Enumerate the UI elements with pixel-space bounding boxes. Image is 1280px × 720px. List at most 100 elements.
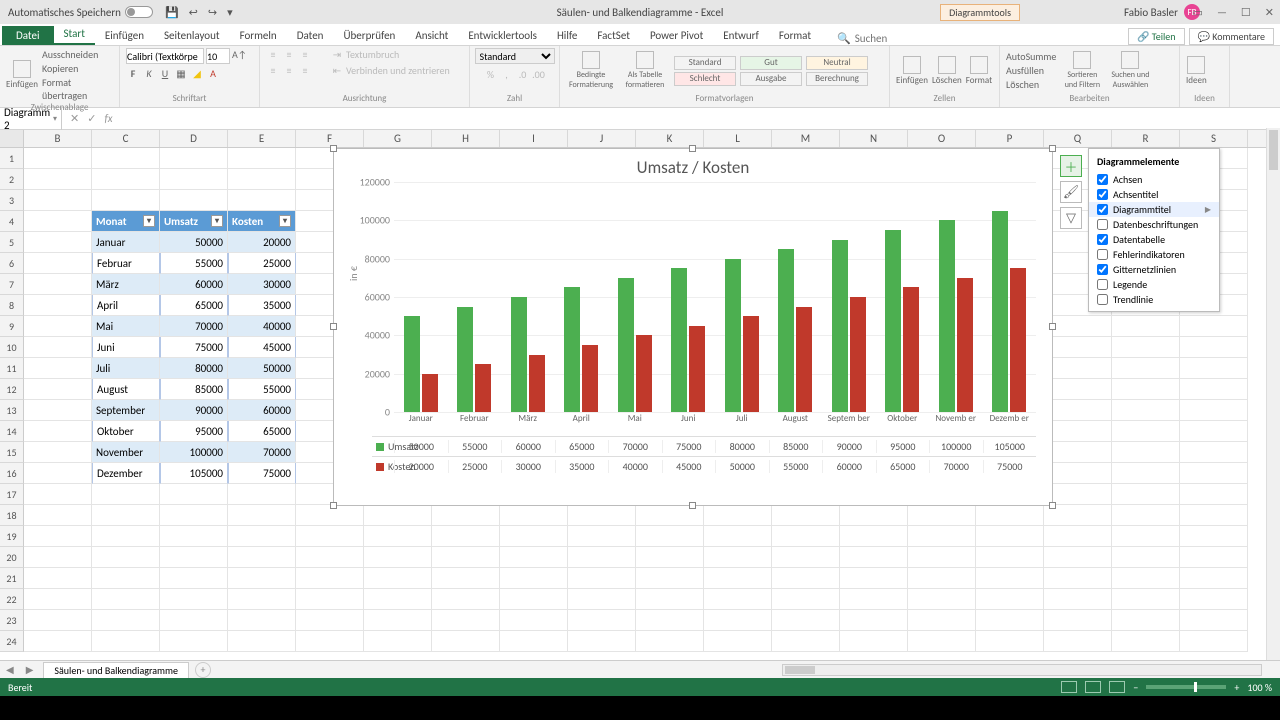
insert-cells[interactable]: Einfügen bbox=[896, 56, 928, 86]
cell[interactable] bbox=[976, 505, 1044, 526]
row-header[interactable]: 14 bbox=[0, 421, 24, 442]
tab-start[interactable]: Start bbox=[54, 24, 95, 45]
chart-styles-button[interactable]: 🖌 bbox=[1060, 181, 1082, 203]
tab-entwurf[interactable]: Entwurf bbox=[713, 26, 769, 45]
bar-kosten[interactable] bbox=[422, 374, 438, 412]
cell[interactable] bbox=[160, 589, 228, 610]
cell[interactable] bbox=[1180, 442, 1248, 463]
chart-element-datentabelle[interactable]: Datentabelle bbox=[1089, 232, 1219, 247]
chart-elements-button[interactable]: ＋ bbox=[1060, 155, 1082, 177]
cell[interactable] bbox=[772, 505, 840, 526]
fill[interactable]: Ausfüllen bbox=[1006, 64, 1056, 77]
cell[interactable] bbox=[568, 505, 636, 526]
ideas-button[interactable]: Ideen bbox=[1186, 56, 1207, 86]
cell[interactable] bbox=[92, 547, 160, 568]
cell[interactable]: November bbox=[92, 442, 160, 463]
cell[interactable] bbox=[24, 631, 92, 652]
cell[interactable] bbox=[24, 232, 92, 253]
cell[interactable] bbox=[1112, 358, 1180, 379]
row-header[interactable]: 23 bbox=[0, 610, 24, 631]
copy-button[interactable]: Kopieren bbox=[42, 62, 113, 75]
cell[interactable] bbox=[1044, 631, 1112, 652]
col-header[interactable]: E bbox=[228, 130, 296, 147]
cell[interactable] bbox=[772, 610, 840, 631]
cell[interactable] bbox=[1112, 421, 1180, 442]
share-button[interactable]: 🔗 Teilen bbox=[1128, 28, 1185, 45]
cell[interactable] bbox=[840, 589, 908, 610]
worksheet-grid[interactable]: BCDEFGHIJKLMNOPQRS 1234Monat▾Umsatz▾Kost… bbox=[0, 130, 1280, 654]
cell[interactable] bbox=[364, 505, 432, 526]
cell[interactable]: 50000 bbox=[160, 232, 228, 253]
cell[interactable] bbox=[704, 610, 772, 631]
cell[interactable] bbox=[364, 568, 432, 589]
tab-daten[interactable]: Daten bbox=[287, 26, 334, 45]
chart-element-trendlinie[interactable]: Trendlinie bbox=[1089, 292, 1219, 307]
cell[interactable] bbox=[1112, 400, 1180, 421]
bar-umsatz[interactable] bbox=[618, 278, 634, 412]
conditional-formatting[interactable]: Bedingte Formatierung bbox=[566, 51, 616, 90]
tab-hilfe[interactable]: Hilfe bbox=[547, 26, 587, 45]
cell[interactable] bbox=[228, 526, 296, 547]
bar-umsatz[interactable] bbox=[939, 220, 955, 412]
cell[interactable]: Kosten▾ bbox=[228, 211, 296, 232]
cell[interactable] bbox=[840, 526, 908, 547]
row-header[interactable]: 3 bbox=[0, 190, 24, 211]
cell[interactable] bbox=[228, 610, 296, 631]
col-header[interactable]: J bbox=[568, 130, 636, 147]
cell[interactable]: 90000 bbox=[160, 400, 228, 421]
cell[interactable] bbox=[772, 526, 840, 547]
row-header[interactable]: 10 bbox=[0, 337, 24, 358]
cell[interactable] bbox=[1180, 484, 1248, 505]
cell[interactable] bbox=[1180, 547, 1248, 568]
cell[interactable] bbox=[908, 547, 976, 568]
bar-umsatz[interactable] bbox=[457, 307, 473, 412]
row-header[interactable]: 9 bbox=[0, 316, 24, 337]
row-header[interactable]: 7 bbox=[0, 274, 24, 295]
add-sheet-button[interactable]: + bbox=[195, 662, 211, 678]
format-cells[interactable]: Format bbox=[966, 56, 992, 86]
tab-ansicht[interactable]: Ansicht bbox=[405, 26, 458, 45]
col-header[interactable]: H bbox=[432, 130, 500, 147]
cell[interactable] bbox=[92, 505, 160, 526]
cell[interactable] bbox=[160, 631, 228, 652]
number-format[interactable]: Standard bbox=[475, 48, 555, 64]
cell[interactable] bbox=[92, 631, 160, 652]
cell[interactable] bbox=[976, 631, 1044, 652]
cell[interactable] bbox=[636, 547, 704, 568]
cell[interactable] bbox=[772, 589, 840, 610]
cell[interactable] bbox=[500, 568, 568, 589]
tab-überprüfen[interactable]: Überprüfen bbox=[333, 26, 405, 45]
cell[interactable] bbox=[92, 484, 160, 505]
cell[interactable] bbox=[568, 547, 636, 568]
cell[interactable] bbox=[1044, 463, 1112, 484]
border-button[interactable]: ▦ bbox=[174, 67, 188, 80]
cell[interactable] bbox=[24, 463, 92, 484]
cell[interactable] bbox=[1112, 337, 1180, 358]
zoom-out[interactable]: − bbox=[1133, 681, 1138, 694]
col-header[interactable]: P bbox=[976, 130, 1044, 147]
cell[interactable] bbox=[568, 631, 636, 652]
cell[interactable]: 60000 bbox=[228, 400, 296, 421]
cell[interactable] bbox=[296, 568, 364, 589]
enter-icon[interactable]: ✓ bbox=[87, 112, 96, 125]
cell[interactable] bbox=[1180, 589, 1248, 610]
cell[interactable] bbox=[1180, 526, 1248, 547]
chart-object[interactable]: Umsatz / Kosten in € 0200004000060000800… bbox=[333, 148, 1053, 506]
cell[interactable] bbox=[160, 547, 228, 568]
bar-umsatz[interactable] bbox=[725, 259, 741, 412]
cell[interactable] bbox=[1180, 400, 1248, 421]
cell[interactable]: 80000 bbox=[160, 358, 228, 379]
cell[interactable] bbox=[364, 610, 432, 631]
cell[interactable] bbox=[840, 547, 908, 568]
cell[interactable] bbox=[568, 610, 636, 631]
cell[interactable] bbox=[432, 589, 500, 610]
cell[interactable] bbox=[24, 589, 92, 610]
cell[interactable]: 50000 bbox=[228, 358, 296, 379]
cell[interactable] bbox=[568, 526, 636, 547]
cell[interactable] bbox=[24, 148, 92, 169]
cell[interactable] bbox=[24, 442, 92, 463]
fill-color-button[interactable]: ◢ bbox=[190, 67, 204, 80]
cell[interactable]: 85000 bbox=[160, 379, 228, 400]
select-all-corner[interactable] bbox=[0, 130, 24, 147]
view-layout-icon[interactable] bbox=[1085, 681, 1101, 693]
